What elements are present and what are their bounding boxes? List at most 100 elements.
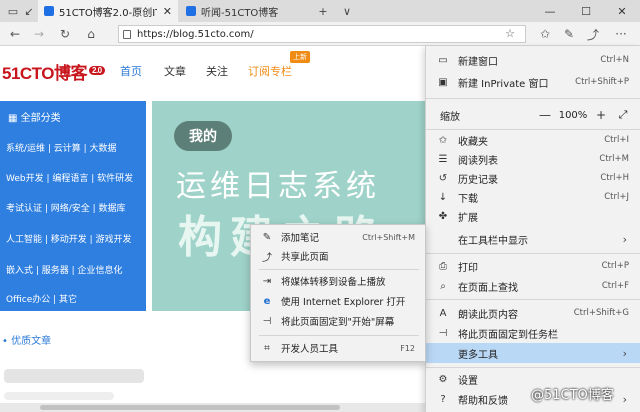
address-bar[interactable]: https://blog.51cto.com/ ☆ [118,25,526,43]
zoom-control: 缩放 — 100% + ⤢ [426,104,640,126]
zoom-value: 100% [558,109,588,121]
menu-pin-taskbar[interactable]: ⊣ 将此页面固定到任务栏 [426,323,640,343]
zoom-label: 缩放 [440,111,460,123]
download-icon: ↓ [438,191,448,203]
menu-divider [426,299,640,300]
tab-aside-icon[interactable]: ↙ [20,0,38,22]
favorites-hub-icon[interactable]: ✩ [534,22,556,46]
maximize-button[interactable]: ☐ [568,0,604,22]
category-row[interactable]: 嵌入式 | 服务器 | 企业信息化 [6,263,123,276]
reading-list-icon: ☰ [438,153,448,165]
menu-more-tools[interactable]: 更多工具 › [426,343,640,363]
fullscreen-icon[interactable]: ⤢ [611,108,635,122]
submenu-share-page[interactable]: ⤴ 共享此页面 [251,246,425,266]
share-icon[interactable]: ⤴ [582,22,604,46]
menu-history[interactable]: ↺ 历史记录 Ctrl+H [426,168,640,188]
favicon-icon [186,6,196,16]
submenu-cast-media[interactable]: ⇥ 将媒体转移到设备上播放 [251,271,425,291]
tab-title: 听闻-51CTO博客 [201,7,279,19]
menu-divider [259,335,419,336]
new-tab-button[interactable]: + [314,0,332,22]
submenu-dev-tools[interactable]: ⌗ 开发人员工具 F12 [251,338,425,358]
submenu-add-note[interactable]: ✎ 添加笔记 Ctrl+Shift+M [251,227,425,247]
dev-tools-icon: ⌗ [264,342,270,354]
refresh-icon[interactable]: ↻ [54,22,76,46]
close-window-button[interactable]: ✕ [604,0,640,22]
category-row[interactable]: 系统/运维 | 云计算 | 大数据 [6,141,117,154]
zoom-in-button[interactable]: + [591,108,611,122]
good-articles-heading[interactable]: • 优质文章 [2,332,51,347]
inprivate-icon: ▣ [438,76,448,88]
favicon-icon [44,6,54,16]
logo-version: 2.0 [89,66,105,75]
forward-icon[interactable]: → [28,22,50,46]
url-text: https://blog.51cto.com/ [137,28,254,40]
menu-find[interactable]: ⌕ 在页面上查找 Ctrl+F [426,276,640,296]
minimize-button[interactable]: — [532,0,568,22]
site-logo[interactable]: 51CTO博客 2.0 [2,59,105,84]
settings-menu: ▭ 新建窗口 Ctrl+N ▣ 新建 InPrivate 窗口 Ctrl+Shift+P… [425,46,640,412]
chevron-right-icon: › [622,232,627,246]
more-menu-icon[interactable]: ··· [610,22,632,46]
blurred-article [4,392,114,400]
menu-print[interactable]: ⎙ 打印 Ctrl+P [426,256,640,276]
menu-divider [426,367,640,368]
history-icon: ↺ [438,172,448,184]
tab-bar: ▭ ↙ 51CTO博客2.0-原创IT技 ✕ 听闻-51CTO博客 + ∨ — … [0,0,640,22]
chevron-right-icon: › [622,392,627,406]
submenu-open-ie[interactable]: e 使用 Internet Explorer 打开 [251,291,425,311]
banner-bubble: 我的 [174,121,232,151]
tab-tingwen[interactable]: 听闻-51CTO博客 [180,0,306,22]
menu-favorites[interactable]: ✩ 收藏夹 Ctrl+I [426,130,640,150]
new-badge: 上新 [290,51,310,63]
zoom-out-button[interactable]: — [535,108,555,122]
category-row[interactable]: Web开发 | 编程语言 | 软件研发 [6,171,133,184]
category-panel: ▦ 全部分类 系统/运维 | 云计算 | 大数据 Web开发 | 编程语言 | … [0,101,146,311]
find-icon: ⌕ [440,280,446,292]
scroll-thumb[interactable] [40,405,340,410]
navigation-bar: ← → ↻ ⌂ https://blog.51cto.com/ ☆ ✩ ✎ ⤴ … [0,22,640,46]
menu-divider [426,98,640,99]
tab-51cto-home[interactable]: 51CTO博客2.0-原创IT技 ✕ [38,0,178,22]
nav-subscribe[interactable]: 订阅专栏 [248,63,292,79]
chevron-right-icon: › [622,346,627,360]
category-row[interactable]: 人工智能 | 移动开发 | 游戏开发 [6,232,132,245]
menu-extensions[interactable]: ✤ 扩展 [426,206,640,226]
favorite-star-icon[interactable]: ☆ [505,27,515,40]
pen-icon: ✎ [262,231,272,243]
menu-new-window[interactable]: ▭ 新建窗口 Ctrl+N [426,50,640,70]
back-icon[interactable]: ← [4,22,26,46]
tab-list-dropdown-icon[interactable]: ∨ [338,0,356,22]
watermark: @51CTO博客 [531,388,614,403]
menu-downloads[interactable]: ↓ 下载 Ctrl+J [426,187,640,207]
nav-follow[interactable]: 关注 [206,63,228,79]
submenu-pin-start[interactable]: ⊣ 将此页面固定到"开始"屏幕 [251,311,425,331]
home-icon[interactable]: ⌂ [80,22,102,46]
close-tab-icon[interactable]: ✕ [163,5,172,18]
window-icon: ▭ [438,54,448,66]
menu-show-in-toolbar[interactable]: 在工具栏中显示 › [426,229,640,249]
blurred-article [4,369,144,383]
share-icon: ⤴ [262,252,272,264]
menu-divider [426,253,640,254]
logo-text: 51CTO博客 [2,64,88,83]
internet-explorer-icon: e [263,295,271,307]
more-tools-submenu: ✎ 添加笔记 Ctrl+Shift+M ⤴ 共享此页面 ⇥ 将媒体转移到设备上播放 e使… [250,224,426,362]
web-note-icon[interactable]: ✎ [558,22,580,46]
tab-title: 51CTO博客2.0-原创IT技 [59,7,157,19]
menu-divider [259,269,419,270]
menu-reading-list[interactable]: ☰ 阅读列表 Ctrl+M [426,149,640,169]
favorites-icon: ✩ [438,134,448,146]
pin-icon: ⊣ [438,327,448,339]
horizontal-scrollbar[interactable] [0,403,425,412]
nav-articles[interactable]: 文章 [164,63,186,79]
menu-read-aloud[interactable]: A 朗读此页内容 Ctrl+Shift+G [426,303,640,323]
gear-icon: ⚙ [438,373,448,385]
cast-icon: ⇥ [262,275,272,287]
category-row[interactable]: Office办公 | 其它 [6,292,77,305]
menu-new-inprivate[interactable]: ▣ 新建 InPrivate 窗口 Ctrl+Shift+P [426,72,640,92]
lock-icon [123,29,131,39]
nav-home[interactable]: 首页 [120,63,142,79]
category-row[interactable]: 考试认证 | 网络/安全 | 数据库 [6,201,126,214]
pin-icon: ⊣ [262,315,272,327]
